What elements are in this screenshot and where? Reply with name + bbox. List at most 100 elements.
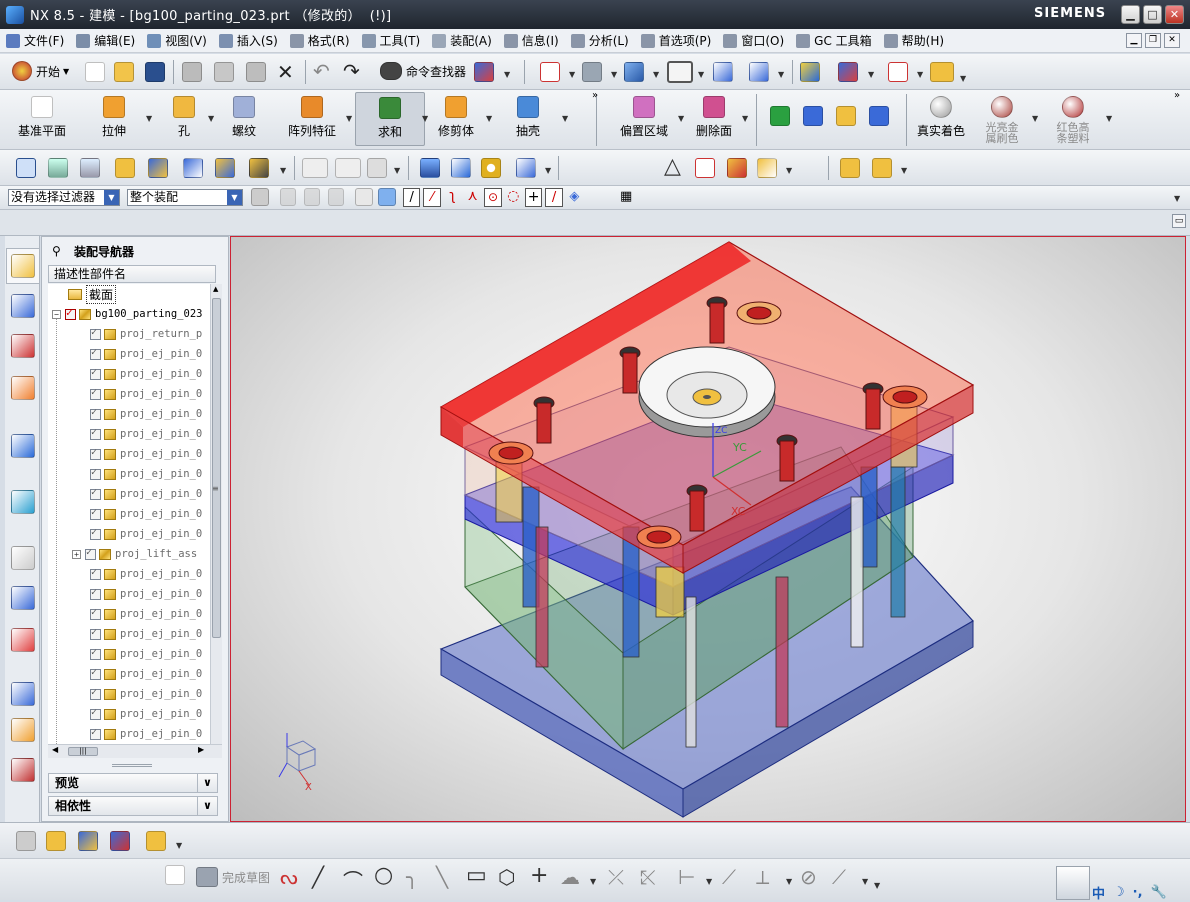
command-finder-button[interactable]: 命令查找器 [380,62,466,80]
tree-node-child[interactable]: proj_ej_pin_0 [48,344,210,364]
tree-node-child[interactable]: proj_ej_pin_0 [48,664,210,684]
expand-toggle-icon[interactable]: + [72,549,81,559]
cylinder-icon[interactable] [420,158,440,178]
maximize-button[interactable]: □ [1143,5,1162,24]
select-remove-icon[interactable] [328,188,344,206]
menu-preferences-menu[interactable]: 首选项(P) [640,32,711,49]
triangle-icon[interactable]: △ [664,154,681,179]
fit-view-icon[interactable] [540,62,560,82]
user-avatar[interactable] [1056,866,1090,900]
column-header-part-name[interactable]: 描述性部件名 [48,265,216,283]
component-group-icon[interactable] [146,831,166,851]
visibility-checkbox[interactable] [85,547,96,560]
menu-assembly-menu[interactable]: 装配(A) [432,32,492,49]
select-add-icon[interactable] [304,188,320,206]
tree-horizontal-scrollbar[interactable]: ◀ ||| ▶ [48,744,222,758]
copy-icon[interactable] [214,62,234,82]
visibility-checkbox[interactable] [90,587,101,600]
spring-icon[interactable] [451,158,471,178]
thread-button[interactable]: 螺纹 [214,92,274,146]
sync-icon[interactable] [803,106,823,126]
menu-insert-menu[interactable]: 插入(S) [218,32,278,49]
visibility-checkbox[interactable] [90,427,101,440]
undo-icon[interactable]: ↶ [313,59,330,83]
assembly-frame-icon[interactable] [16,158,36,178]
doc-minimize-button[interactable]: ▁ [1126,33,1142,48]
expand-toggle-icon[interactable]: − [52,309,61,319]
gear-pair-icon[interactable] [757,158,777,178]
visibility-checkbox[interactable] [65,306,76,320]
finish-sketch-button[interactable]: 完成草图 [196,867,270,887]
tree-node-child[interactable]: proj_ej_pin_0 [48,384,210,404]
visibility-checkbox[interactable] [90,647,101,660]
snap-icon[interactable] [800,62,820,82]
part-navigator-icon[interactable] [11,334,35,358]
constraint-icon[interactable] [78,831,98,851]
filter-settings-icon[interactable] [251,188,269,206]
chamfer-icon[interactable]: ╲ [436,865,448,889]
assembly-navigator-tab-icon[interactable] [11,254,35,278]
boxes-icon[interactable] [840,158,860,178]
menu-file-menu[interactable]: 文件(F) [6,32,64,49]
close-button[interactable]: ✕ [1165,5,1184,24]
manufacturing-wizard-icon[interactable] [11,682,35,706]
ruler-icon[interactable] [930,62,954,82]
start-button[interactable]: 开始 ▼ [12,61,69,81]
delete-icon[interactable]: ✕ [277,60,294,84]
paste-icon[interactable] [246,62,266,82]
abc-icon[interactable] [249,158,269,178]
snap-point-icon[interactable]: + [524,188,543,207]
bearing-icon[interactable] [481,158,501,178]
minimize-button[interactable]: ▁ [1121,5,1140,24]
profile-icon[interactable]: ᔓ [280,865,298,889]
people-icon[interactable] [11,718,35,742]
system-materials-icon[interactable] [11,546,35,570]
menu-help-menu[interactable]: 帮助(H) [883,32,944,49]
snap-center-icon[interactable]: ⊙ [484,188,502,207]
pin-icon[interactable]: ⚲ [52,244,61,258]
preview-panel[interactable]: 预览 ∨ [48,773,218,793]
auto-constraint-icon[interactable]: ⟂ [756,865,769,889]
delete-face-button[interactable]: 删除面 [686,92,742,146]
visibility-checkbox[interactable] [90,687,101,700]
visibility-checkbox[interactable] [90,567,101,580]
tree-node-child[interactable]: proj_ej_pin_0 [48,484,210,504]
visibility-checkbox[interactable] [90,627,101,640]
shell-button[interactable]: 抽壳 [500,92,556,146]
tree-node-child[interactable]: proj_ej_pin_0 [48,604,210,624]
snap-on-curve-icon[interactable]: / [545,188,563,207]
visibility-checkbox[interactable] [90,507,101,520]
visibility-checkbox[interactable] [90,407,101,420]
menu-analysis-menu[interactable]: 分析(L) [570,32,629,49]
hole-button[interactable]: 孔 [158,92,210,146]
unite-button[interactable]: 求和 [355,92,425,146]
tree-node-child[interactable]: proj_ej_pin_0 [48,444,210,464]
history-icon[interactable] [11,490,35,514]
visibility-checkbox[interactable] [90,707,101,720]
snap-face-icon[interactable]: ◈ [566,188,583,207]
polygon-icon[interactable]: ⬡ [498,865,515,889]
visibility-checkbox[interactable] [90,487,101,500]
menu-window-menu[interactable]: 窗口(O) [723,32,784,49]
ime-punctuation-icon[interactable]: ·, [1133,885,1143,900]
snap-endpoint-icon[interactable]: / [403,188,421,207]
wcs-icon[interactable] [713,62,733,82]
doc-close-button[interactable]: ✕ [1164,33,1180,48]
circle-icon[interactable]: ○ [374,863,393,888]
grid-select-icon[interactable]: ▦ [620,189,632,204]
ime-chinese-toggle[interactable]: 中 [1092,883,1105,902]
visibility-checkbox[interactable] [90,467,101,480]
hammer-icon[interactable] [148,158,168,178]
snap-quadrant-icon[interactable]: ◌ [505,188,522,207]
boxes-settings-icon[interactable] [872,158,892,178]
snap-midpoint-icon[interactable]: ⁄ [423,188,441,207]
open-folder-icon[interactable] [114,62,134,82]
rectangle-icon[interactable]: ▭ [466,863,487,888]
viewport-restore-icon[interactable]: ▭ [1172,214,1186,228]
scroll-thumb[interactable] [212,298,221,638]
tree-node-child[interactable]: proj_ej_pin_0 [48,424,210,444]
ime-halfwidth-icon[interactable]: ☽ [1113,885,1125,900]
visibility-checkbox[interactable] [90,447,101,460]
roles-icon[interactable] [11,628,35,652]
datum-plane-button[interactable]: 基准平面 [10,92,74,146]
